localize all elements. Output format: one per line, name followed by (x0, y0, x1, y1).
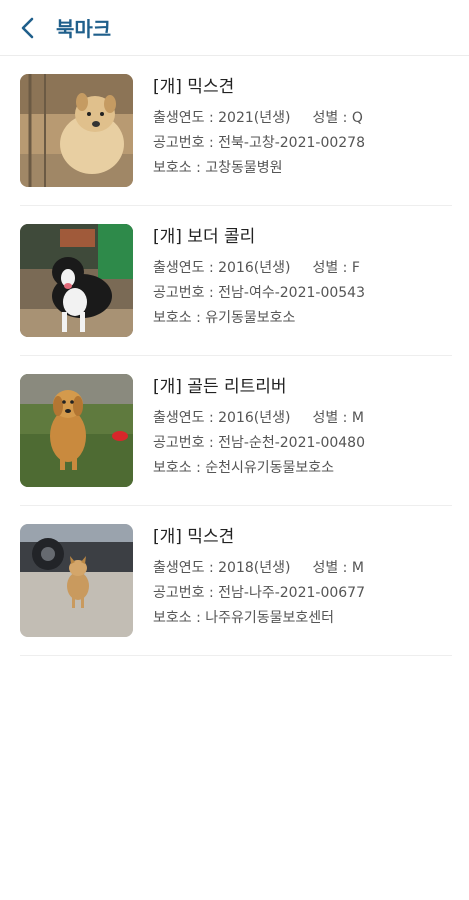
shelter-value: 순천시유기동물보호소 (205, 460, 335, 476)
birth-gender-line: 출생연도 : 2016(년생) 성별 : F (153, 256, 443, 281)
gender-label: 성별 : (312, 110, 352, 126)
notice-label: 공고번호 : (153, 585, 219, 601)
notice-value: 전남-순천-2021-00480 (218, 435, 365, 451)
shelter-line: 보호소 : 나주유기동물보호센터 (153, 606, 443, 631)
gender-label: 성별 : (312, 260, 352, 276)
birth-value: 2018(년생) (218, 560, 291, 576)
pet-photo (20, 224, 133, 337)
notice-line: 공고번호 : 전남-나주-2021-00677 (153, 581, 443, 606)
shelter-label: 보호소 : (153, 460, 206, 476)
notice-value: 전북-고창-2021-00278 (218, 135, 365, 151)
item-title: [개] 믹스견 (153, 527, 235, 547)
notice-line: 공고번호 : 전북-고창-2021-00278 (153, 131, 443, 156)
shelter-label: 보호소 : (153, 310, 206, 326)
notice-line: 공고번호 : 전남-여수-2021-00543 (153, 281, 443, 306)
shelter-line: 보호소 : 고창동물병원 (153, 156, 443, 181)
birth-gender-line: 출생연도 : 2021(년생) 성별 : Q (153, 106, 443, 131)
notice-value: 전남-여수-2021-00543 (218, 285, 365, 301)
shelter-line: 보호소 : 유기동물보호소 (153, 306, 443, 331)
list-item[interactable]: [개] 믹스견 출생연도 : 2018(년생) 성별 : M 공고번호 : 전남-… (20, 506, 452, 656)
birth-gender-line: 출생연도 : 2016(년생) 성별 : M (153, 406, 443, 431)
birth-label: 출생연도 : (153, 410, 219, 426)
birth-label: 출생연도 : (153, 260, 219, 276)
gender-label: 성별 : (312, 560, 352, 576)
gender-value: M (351, 560, 364, 576)
shelter-value: 유기동물보호소 (205, 310, 296, 326)
shelter-label: 보호소 : (153, 610, 206, 626)
list-item[interactable]: [개] 골든 리트리버 출생연도 : 2016(년생) 성별 : M 공고번호 :… (20, 356, 452, 506)
birth-gender-line: 출생연도 : 2018(년생) 성별 : M (153, 556, 443, 581)
gender-label: 성별 : (312, 410, 352, 426)
list-item[interactable]: [개] 보더 콜리 출생연도 : 2016(년생) 성별 : F 공고번호 : 전… (20, 206, 452, 356)
pet-photo (20, 374, 133, 487)
birth-label: 출생연도 : (153, 560, 219, 576)
gender-value: Q (351, 110, 363, 126)
list-item[interactable]: [개] 믹스견 출생연도 : 2021(년생) 성별 : Q 공고번호 : 전북-… (20, 56, 452, 206)
shelter-line: 보호소 : 순천시유기동물보호소 (153, 456, 443, 481)
birth-value: 2016(년생) (218, 410, 291, 426)
birth-value: 2021(년생) (218, 110, 291, 126)
notice-value: 전남-나주-2021-00677 (218, 585, 365, 601)
birth-label: 출생연도 : (153, 110, 219, 126)
app-header: 북마크 (0, 0, 469, 56)
gender-value: M (351, 410, 364, 426)
shelter-value: 나주유기동물보호센터 (205, 610, 335, 626)
notice-label: 공고번호 : (153, 135, 219, 151)
shelter-value: 고창동물병원 (205, 160, 283, 176)
notice-line: 공고번호 : 전남-순천-2021-00480 (153, 431, 443, 456)
pet-photo (20, 524, 133, 637)
gender-value: F (351, 260, 360, 276)
page-title: 북마크 (56, 17, 112, 41)
shelter-label: 보호소 : (153, 160, 206, 176)
notice-label: 공고번호 : (153, 285, 219, 301)
birth-value: 2016(년생) (218, 260, 291, 276)
chevron-left-icon (21, 17, 34, 38)
notice-label: 공고번호 : (153, 435, 219, 451)
back-button[interactable] (0, 0, 56, 56)
item-title: [개] 보더 콜리 (153, 227, 256, 247)
pet-photo (20, 74, 133, 187)
item-title: [개] 골든 리트리버 (153, 377, 287, 397)
item-title: [개] 믹스견 (153, 77, 235, 97)
